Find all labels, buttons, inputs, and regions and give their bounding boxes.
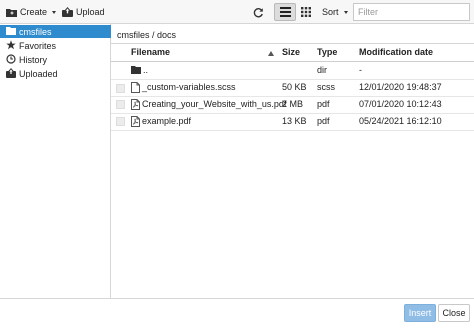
sidebar-item-label: cmsfiles: [19, 26, 52, 37]
date-cell: 05/24/2021 16:12:10: [359, 116, 442, 126]
divider: [111, 113, 474, 114]
sidebar: cmsfiles Favorites History Uploaded: [0, 24, 111, 298]
size-cell: 13 KB: [282, 116, 307, 126]
list-view-icon: [280, 7, 291, 19]
row-checkbox[interactable]: [116, 100, 125, 109]
filename-cell: _custom-variables.scss: [142, 82, 236, 92]
upload-icon: [6, 67, 16, 80]
pdf-file-icon: [131, 99, 140, 112]
history-icon: [6, 53, 16, 66]
divider: [111, 79, 474, 80]
upload-button[interactable]: Upload: [62, 3, 105, 21]
folder-icon: [6, 26, 16, 37]
type-cell: pdf: [317, 116, 330, 126]
date-cell: 12/01/2020 19:48:37: [359, 82, 442, 92]
size-cell: 50 KB: [282, 82, 307, 92]
refresh-button[interactable]: [253, 3, 264, 21]
insert-button[interactable]: Insert: [404, 304, 436, 322]
type-cell: dir: [317, 65, 328, 75]
divider: [111, 43, 474, 44]
divider: [111, 61, 474, 62]
divider: [111, 96, 474, 97]
column-header-size[interactable]: Size: [282, 47, 300, 57]
list-view-button[interactable]: [274, 3, 296, 21]
filename-cell: Creating_your_Website_with_us.pdf: [142, 99, 287, 109]
date-cell: 07/01/2020 10:12:43: [359, 99, 442, 109]
date-cell: -: [359, 65, 362, 75]
sort-label: Sort: [322, 7, 339, 17]
divider: [111, 130, 474, 131]
chevron-down-icon: [52, 10, 57, 14]
create-label: Create: [20, 7, 48, 17]
filter-input[interactable]: [353, 3, 470, 21]
sidebar-item-label: History: [19, 54, 48, 65]
column-header-modification-date[interactable]: Modification date: [359, 47, 433, 57]
close-button[interactable]: Close: [438, 304, 470, 322]
type-cell: pdf: [317, 99, 330, 109]
column-header-filename[interactable]: Filename: [131, 47, 170, 57]
pdf-file-icon: [131, 116, 140, 129]
filename-cell: example.pdf: [142, 116, 192, 126]
sidebar-item-cmsfiles[interactable]: cmsfiles: [0, 25, 111, 38]
upload-label: Upload: [76, 7, 105, 17]
grid-view-icon: [301, 7, 311, 17]
row-checkbox[interactable]: [116, 84, 125, 93]
sidebar-item-label: Favorites: [19, 40, 57, 51]
column-header-type[interactable]: Type: [317, 47, 337, 57]
sort-ascending-icon[interactable]: [268, 48, 274, 58]
sidebar-item-uploaded[interactable]: Uploaded: [0, 67, 111, 80]
type-cell: scss: [317, 82, 335, 92]
sidebar-item-favorites[interactable]: Favorites: [0, 39, 111, 52]
star-icon: [6, 39, 16, 52]
folder-icon: [131, 66, 141, 76]
chevron-down-icon: [343, 10, 348, 14]
breadcrumb: cmsfiles / docs: [117, 30, 177, 40]
sidebar-item-history[interactable]: History: [0, 53, 111, 66]
sort-button[interactable]: Sort: [322, 3, 348, 21]
footer: [0, 298, 474, 328]
refresh-icon: [253, 7, 264, 18]
sidebar-item-label: Uploaded: [19, 68, 58, 79]
toolbar: Create Upload Sort: [0, 0, 474, 24]
create-button[interactable]: Create: [6, 3, 57, 21]
filename-cell: ..: [143, 65, 149, 75]
size-cell: 2 MB: [282, 99, 304, 109]
folder-plus-icon: [6, 8, 17, 17]
upload-icon: [62, 7, 73, 17]
file-icon: [131, 82, 140, 95]
row-checkbox[interactable]: [116, 117, 125, 126]
grid-view-button[interactable]: [301, 3, 311, 21]
